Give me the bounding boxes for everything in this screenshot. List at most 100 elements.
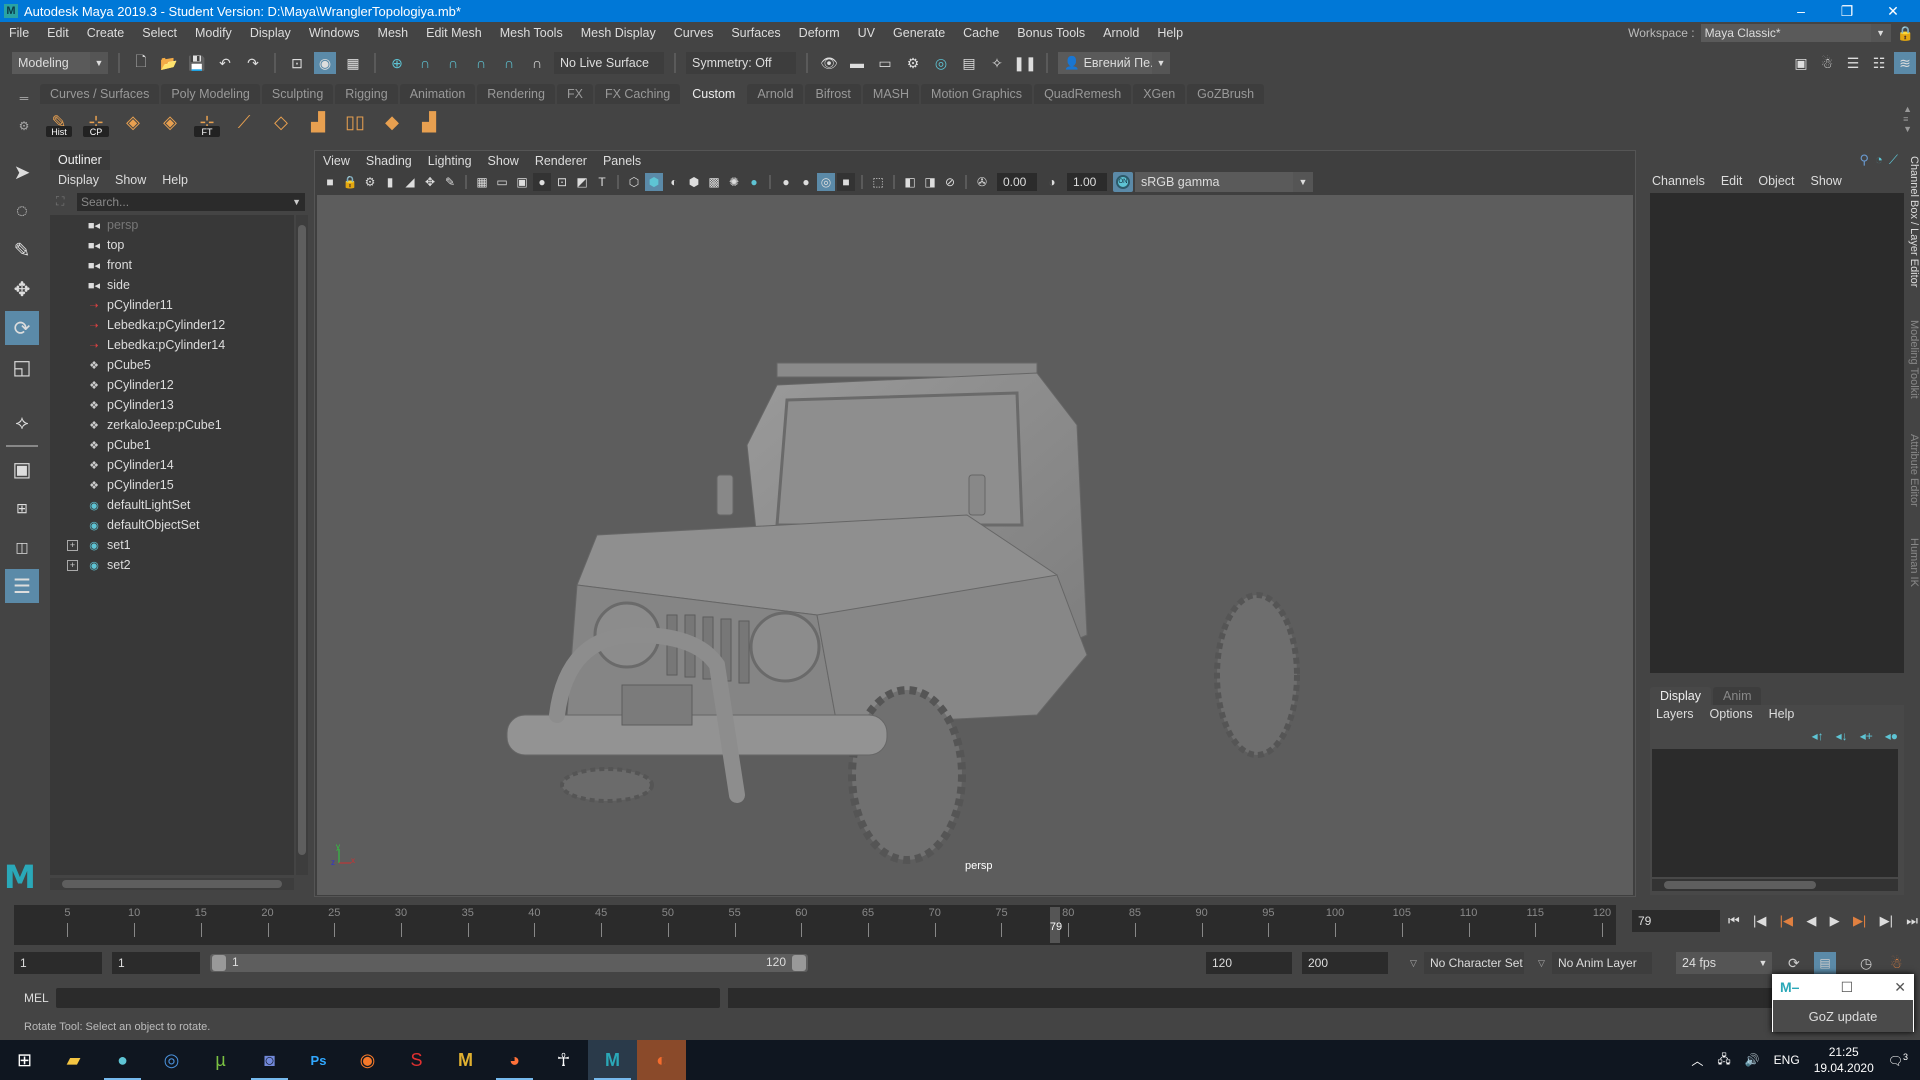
snap-to-curve-icon[interactable]: ∩ xyxy=(414,52,436,74)
layer-tab-anim[interactable]: Anim xyxy=(1713,687,1762,705)
select-by-object-icon[interactable]: ◉ xyxy=(314,52,336,74)
viewport-menu-panels[interactable]: Panels xyxy=(603,154,641,168)
start-time-field[interactable]: 1 xyxy=(14,952,102,974)
light-editor-icon[interactable]: ✧ xyxy=(986,52,1008,74)
shelf-tab-fx-caching[interactable]: FX Caching xyxy=(594,84,681,104)
tab-channel-box-layer-editor[interactable]: Channel Box / Layer Editor xyxy=(1906,156,1920,287)
shelf-tab-quadremesh[interactable]: QuadRemesh xyxy=(1034,84,1132,104)
tab-attribute-editor[interactable]: Attribute Editor xyxy=(1906,434,1920,507)
wireframe-on-shaded-icon[interactable]: ⬢ xyxy=(685,173,703,191)
shelf-tab-rigging[interactable]: Rigging xyxy=(335,84,398,104)
2d-pan-zoom-icon[interactable]: ✥ xyxy=(421,173,439,191)
layer-editor-scrollbar[interactable] xyxy=(1652,879,1898,891)
menu-display[interactable]: Display xyxy=(241,26,300,40)
expand-icon[interactable]: + xyxy=(67,539,78,551)
3d-scene-view[interactable]: y x z persp xyxy=(317,195,1633,895)
hypershade-icon[interactable]: ◎ xyxy=(930,52,952,74)
utorrent-icon[interactable]: µ xyxy=(196,1040,245,1080)
open-scene-icon[interactable]: 📂 xyxy=(158,52,180,74)
lock-icon[interactable]: 🔒 xyxy=(1897,25,1914,42)
shelf-history-toggle-button[interactable]: ✎ Hist xyxy=(44,107,74,137)
shelf-tab-arnold[interactable]: Arnold xyxy=(747,84,804,104)
minimize-button[interactable]: – xyxy=(1778,0,1824,22)
save-scene-icon[interactable]: 💾 xyxy=(186,52,208,74)
layer-menu-options[interactable]: Options xyxy=(1710,707,1753,721)
channel-box-menu-edit[interactable]: Edit xyxy=(1721,174,1743,188)
menu-deform[interactable]: Deform xyxy=(790,26,849,40)
image-plane-icon[interactable]: ◢ xyxy=(401,173,419,191)
xray-icon[interactable]: ◧ xyxy=(901,173,919,191)
go-to-start-icon[interactable]: ⏮ xyxy=(1728,913,1740,929)
chevron-down-icon[interactable]: ▼ xyxy=(292,197,301,207)
shelf-separate-button[interactable]: ◈ xyxy=(155,107,185,137)
playback-start-field[interactable]: 1 xyxy=(112,952,200,974)
shelf-multi-cut-button[interactable]: ⟋ xyxy=(229,107,259,137)
command-input[interactable] xyxy=(56,988,720,1008)
shelf-tab-mash[interactable]: MASH xyxy=(862,84,920,104)
shadows-icon[interactable]: ● xyxy=(745,173,763,191)
origin-icon[interactable]: ◐ xyxy=(637,1040,686,1080)
outliner-item[interactable]: ■◂ side xyxy=(50,275,294,295)
menu-modify[interactable]: Modify xyxy=(186,26,241,40)
outliner-menu-help[interactable]: Help xyxy=(162,173,188,187)
workspace-dropdown[interactable]: Maya Classic* ▼ xyxy=(1700,24,1891,42)
menu-bonus-tools[interactable]: Bonus Tools xyxy=(1008,26,1094,40)
multisample-aa-icon[interactable]: ◎ xyxy=(817,173,835,191)
select-camera-icon[interactable]: ■ xyxy=(321,173,339,191)
outliner-item[interactable]: ❖ pCylinder12 xyxy=(50,375,294,395)
outliner-item[interactable]: ➝ pCylinder11 xyxy=(50,295,294,315)
move-tool-icon[interactable]: ✥ xyxy=(5,272,39,306)
play-backwards-icon[interactable]: ◀ xyxy=(1806,913,1816,929)
marmoset-icon[interactable]: M xyxy=(441,1040,490,1080)
menu-edit-mesh[interactable]: Edit Mesh xyxy=(417,26,491,40)
menu-mesh[interactable]: Mesh xyxy=(369,26,418,40)
chevron-down-icon[interactable]: ▽ xyxy=(1410,958,1417,969)
language-indicator[interactable]: ENG xyxy=(1774,1053,1800,1067)
select-tool-icon[interactable]: ➤ xyxy=(5,155,39,189)
default-material-icon[interactable]: ◐ xyxy=(665,173,683,191)
select-by-component-icon[interactable]: ▦ xyxy=(342,52,364,74)
photoshop-icon[interactable]: Ps xyxy=(294,1040,343,1080)
range-end-handle[interactable] xyxy=(792,955,806,971)
shelf-tab-fx[interactable]: FX xyxy=(556,84,593,104)
field-chart-icon[interactable]: ⊡ xyxy=(553,173,571,191)
live-surface-field[interactable]: No Live Surface xyxy=(554,52,664,74)
shelf-append-polygon-button[interactable]: ▟ xyxy=(414,107,444,137)
range-start-handle[interactable] xyxy=(212,955,226,971)
outliner-item[interactable]: ◉ defaultObjectSet xyxy=(50,515,294,535)
film-gate-icon[interactable]: ▭ xyxy=(493,173,511,191)
resolution-gate-icon[interactable]: ▣ xyxy=(513,173,531,191)
outliner-item[interactable]: ■◂ persp xyxy=(50,215,294,235)
render-settings-icon[interactable]: ⚙ xyxy=(902,52,924,74)
tool-settings-toggle-icon[interactable]: ☷ xyxy=(1868,52,1890,74)
menu-cache[interactable]: Cache xyxy=(954,26,1008,40)
menu-edit[interactable]: Edit xyxy=(38,26,78,40)
human-ik-toggle-icon[interactable]: ☃ xyxy=(1816,52,1838,74)
volume-icon[interactable]: 🔊 xyxy=(1745,1053,1760,1067)
layer-menu-layers[interactable]: Layers xyxy=(1656,707,1694,721)
network-icon[interactable]: 🖧 xyxy=(1717,1050,1730,1071)
shelf-tab-sculpting[interactable]: Sculpting xyxy=(261,84,334,104)
outliner-item[interactable]: ❖ pCube5 xyxy=(50,355,294,375)
outliner-item[interactable]: ❖ pCylinder14 xyxy=(50,455,294,475)
outliner-item[interactable]: ❖ pCylinder15 xyxy=(50,475,294,495)
restore-button[interactable]: ❐ xyxy=(1824,0,1870,22)
last-tool-icon[interactable]: ⟡ xyxy=(5,406,39,440)
go-to-end-icon[interactable]: ⏭ xyxy=(1906,913,1918,929)
move-layer-up-icon[interactable]: ◂↑ xyxy=(1812,729,1824,743)
shelf-tab-bifrost[interactable]: Bifrost xyxy=(805,84,861,104)
anim-layer-dropdown[interactable]: No Anim Layer xyxy=(1552,952,1652,974)
screen-space-ao-icon[interactable]: ● xyxy=(777,173,795,191)
safe-action-icon[interactable]: ◩ xyxy=(573,173,591,191)
rotate-tool-icon[interactable]: ⟳ xyxy=(5,311,39,345)
camera-attributes-icon[interactable]: ⚙ xyxy=(361,173,379,191)
mel-label[interactable]: MEL xyxy=(0,991,56,1005)
outliner-item[interactable]: ❖ zerkaloJeep:pCube1 xyxy=(50,415,294,435)
menu-windows[interactable]: Windows xyxy=(300,26,369,40)
menu-arnold[interactable]: Arnold xyxy=(1094,26,1148,40)
render-frame-icon[interactable]: ▬ xyxy=(846,52,868,74)
symmetry-dropdown[interactable]: Symmetry: Off xyxy=(686,52,796,74)
gate-mask-icon[interactable]: ● xyxy=(533,173,551,191)
layer-tab-display[interactable]: Display xyxy=(1650,687,1711,705)
outliner-layout-icon[interactable]: ☰ xyxy=(5,569,39,603)
